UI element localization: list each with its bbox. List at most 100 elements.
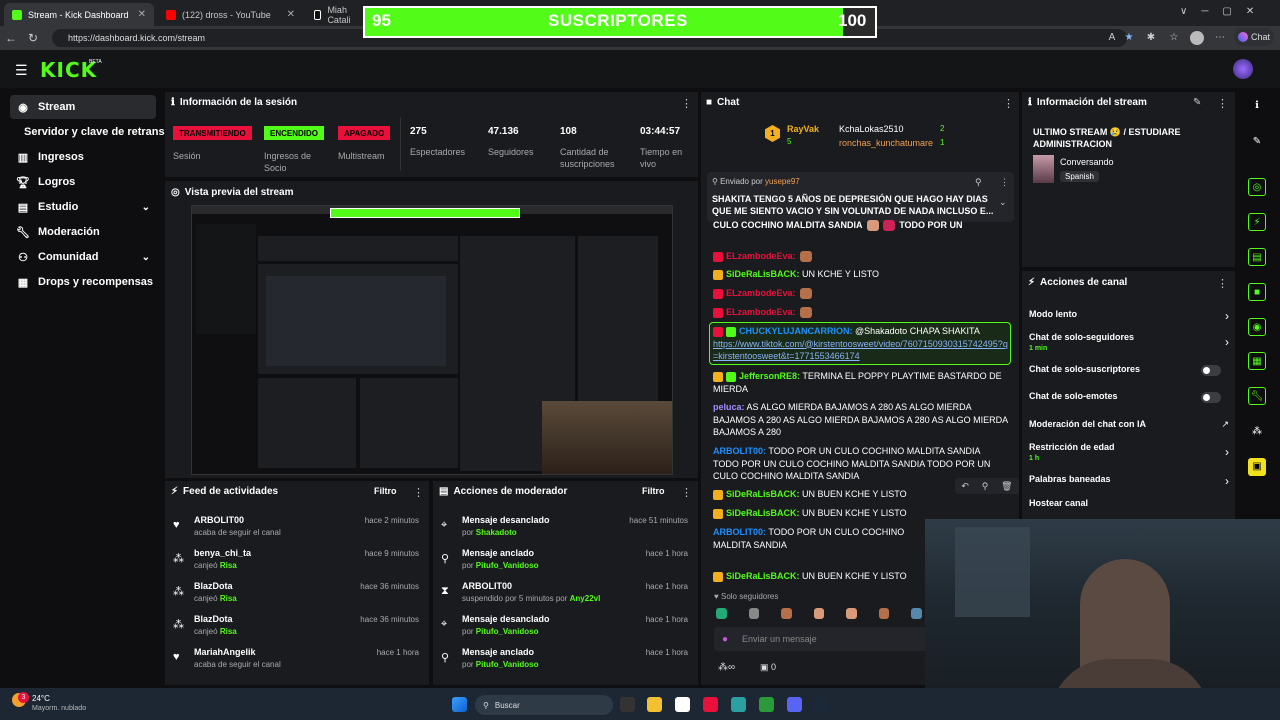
category-thumbnail[interactable] xyxy=(1033,155,1054,183)
chat-message[interactable]: SiDeRaLisBACK: UN KCHE Y LISTO xyxy=(713,268,1008,281)
chat-link[interactable]: https://www.tiktok.com/@kirstentoosweet/… xyxy=(713,339,1008,362)
list-item[interactable]: ⌖ Mensaje desanclado por Shakadoto hace … xyxy=(433,513,698,546)
broadcast-icon[interactable]: ◉ xyxy=(1248,318,1266,336)
chat-message[interactable]: CHUCKYLUJANCARRION: @Shakadoto CHAPA SHA… xyxy=(713,325,1008,363)
tab-kick-dashboard[interactable]: Stream - Kick Dashboard ✕ xyxy=(4,3,154,26)
tab-youtube[interactable]: (122) dross - YouTube ✕ xyxy=(158,3,303,26)
chat-user[interactable]: peluca: xyxy=(713,402,745,412)
chat-icon[interactable]: ■ xyxy=(1248,283,1266,301)
extensions-icon[interactable]: ✱ xyxy=(1143,30,1159,46)
app-icon[interactable] xyxy=(759,697,774,712)
chat-message[interactable]: ELzambodeEva: xyxy=(713,306,1008,319)
kebab-menu-icon[interactable]: ⋮ xyxy=(681,486,692,499)
emote-icon[interactable] xyxy=(878,607,890,619)
steam-icon[interactable] xyxy=(813,697,828,712)
points-display[interactable]: ▣ 0 xyxy=(760,662,776,673)
chat-user[interactable]: ELzambodeEva: xyxy=(726,251,796,261)
subs-only-row[interactable]: Chat de solo-suscriptores xyxy=(1029,364,1229,376)
chat-message[interactable]: ARBOLIT00: TODO POR UN CULO COCHINO MALD… xyxy=(713,445,1008,483)
chat-user[interactable]: ARBOLIT00: xyxy=(713,446,766,456)
followers-only-row[interactable]: Chat de solo-seguidores 1 min › xyxy=(1029,332,1229,352)
emotes-only-row[interactable]: Chat de solo-emotes xyxy=(1029,391,1229,403)
subs-only-toggle[interactable] xyxy=(1201,365,1221,376)
slow-mode-row[interactable]: Modo lento › xyxy=(1029,309,1229,323)
pin-icon[interactable]: ⚲ xyxy=(975,177,982,188)
list-item[interactable]: ♥ MariahAngelik acaba de seguir el canal… xyxy=(165,645,429,678)
hamburger-menu-icon[interactable]: ☰ xyxy=(15,62,28,79)
top-user-1[interactable]: RayVak xyxy=(787,124,819,134)
top-user-3[interactable]: ronchas_kunchatumare xyxy=(839,138,933,148)
reply-icon[interactable]: ↶ xyxy=(961,481,969,492)
sidebar-item-estudio[interactable]: ▤ Estudio ⌄ xyxy=(10,195,156,219)
settings-icon[interactable]: ⁂∞ xyxy=(718,662,735,673)
kebab-menu-icon[interactable]: ⋮ xyxy=(1000,177,1009,188)
windows-start-icon[interactable] xyxy=(452,697,467,712)
task-view-icon[interactable] xyxy=(620,697,635,712)
delete-icon[interactable]: 🗑︎ xyxy=(1001,481,1012,492)
emote-icon[interactable] xyxy=(748,607,760,619)
chat-message[interactable]: JeffersonRE8: TERMINA EL POPPY PLAYTIME … xyxy=(713,370,1008,395)
list-item[interactable]: ⚲ Mensaje anclado por Pitufo_Vanidoso ha… xyxy=(433,645,698,678)
user-avatar[interactable] xyxy=(1233,59,1253,79)
edit-icon[interactable]: ✎ xyxy=(1248,133,1266,151)
window-controls[interactable]: ∨─▢✕ xyxy=(1180,6,1268,17)
kebab-menu-icon[interactable]: ⋮ xyxy=(1003,97,1014,110)
mod-filter-button[interactable]: Filtro xyxy=(642,486,665,496)
reload-icon[interactable]: ↻ xyxy=(22,31,44,45)
banned-words-row[interactable]: Palabras baneadas › xyxy=(1029,474,1229,488)
preview-toggle-icon[interactable]: ◎ xyxy=(1248,178,1266,196)
emote-icon[interactable] xyxy=(716,607,727,619)
ai-moderation-row[interactable]: Moderación del chat con IA ↗ xyxy=(1029,419,1229,429)
chat-message[interactable]: CULO COCHINO MALDITA SANDIA TODO POR UN xyxy=(713,219,1008,232)
chat-user[interactable]: SiDeRaLisBACK: xyxy=(726,489,800,499)
redeem-icon[interactable]: ⁂ xyxy=(1248,423,1266,441)
emote-icon[interactable] xyxy=(781,607,792,619)
chat-user[interactable]: ARBOLIT00: xyxy=(713,527,766,537)
list-item[interactable]: ♥ ARBOLIT00 acaba de seguir el canal hac… xyxy=(165,513,429,546)
chat-message[interactable]: ELzambodeEva: xyxy=(713,250,1008,263)
chat-user[interactable]: ELzambodeEva: xyxy=(726,307,796,317)
taskbar-search[interactable]: ⚲ Buscar xyxy=(475,695,613,715)
app-icon[interactable] xyxy=(675,697,690,712)
sidebar-item-logros[interactable]: 🏆︎ Logros xyxy=(10,170,156,194)
chat-message[interactable]: ELzambodeEva: xyxy=(713,287,1008,300)
menu-icon[interactable]: ⋯ xyxy=(1212,30,1228,46)
stream-preview-video[interactable] xyxy=(191,205,673,475)
chat-user[interactable]: JeffersonRE8: xyxy=(739,371,800,381)
chat-message[interactable]: ARBOLIT00: TODO POR UN CULO COCHINO MALD… xyxy=(713,526,923,551)
edit-icon[interactable]: ✎ xyxy=(1193,97,1201,108)
category-name[interactable]: Conversando xyxy=(1060,157,1114,167)
chevron-down-icon[interactable]: ⌄ xyxy=(999,197,1007,208)
chat-user[interactable]: CHUCKYLUJANCARRION: xyxy=(739,326,853,336)
file-explorer-icon[interactable] xyxy=(647,697,662,712)
sidebar-item-stream[interactable]: ◉ Stream xyxy=(10,95,156,119)
wrench-icon[interactable]: 🔧︎ xyxy=(1248,387,1266,405)
list-item[interactable]: ⁂ BlazDota canjeó Risa hace 36 minutos xyxy=(165,579,429,612)
bookmark-star-icon[interactable]: ★ xyxy=(1121,30,1137,46)
emotes-only-toggle[interactable] xyxy=(1201,392,1221,403)
list-item[interactable]: ⚲ Mensaje anclado por Pitufo_Vanidoso ha… xyxy=(433,546,698,579)
list-item[interactable]: ⧗ ARBOLIT00 suspendido por 5 minutos por… xyxy=(433,579,698,612)
sidebar-item-ingresos[interactable]: ▥ Ingresos xyxy=(10,145,156,169)
discord-icon[interactable] xyxy=(787,697,802,712)
chat-user[interactable]: SiDeRaLisBACK: xyxy=(726,508,800,518)
kebab-menu-icon[interactable]: ⋮ xyxy=(681,97,692,110)
chat-message[interactable]: peluca: AS ALGO MIERDA BAJAMOS A 280 AS … xyxy=(713,401,1008,439)
tab-tiktok[interactable]: Miah Catali xyxy=(306,3,366,26)
kebab-menu-icon[interactable]: ⋮ xyxy=(1217,97,1228,110)
chat-user[interactable]: ELzambodeEva: xyxy=(726,288,796,298)
edge-icon[interactable] xyxy=(731,697,746,712)
kebab-menu-icon[interactable]: ⋮ xyxy=(1217,277,1228,290)
pin-icon[interactable]: ⚲ xyxy=(982,481,989,492)
mic-icon[interactable]: ● xyxy=(722,634,728,645)
sidebar-item-drops[interactable]: ▦ Drops y recompensas xyxy=(10,270,156,294)
sidebar-item-server-key[interactable]: Servidor y clave de retransm xyxy=(18,120,168,144)
copilot-chat-button[interactable]: Chat xyxy=(1234,28,1274,46)
profile-icon[interactable] xyxy=(1190,31,1204,45)
list-icon[interactable]: ▤ xyxy=(1248,248,1266,266)
close-icon[interactable]: ✕ xyxy=(287,9,295,20)
rewards-icon[interactable]: ▣ xyxy=(1248,458,1266,476)
favorites-icon[interactable]: ☆ xyxy=(1166,30,1182,46)
mod-icon[interactable]: ▦ xyxy=(1248,352,1266,370)
list-item[interactable]: ⁂ BlazDota canjeó Risa hace 36 minutos xyxy=(165,612,429,645)
